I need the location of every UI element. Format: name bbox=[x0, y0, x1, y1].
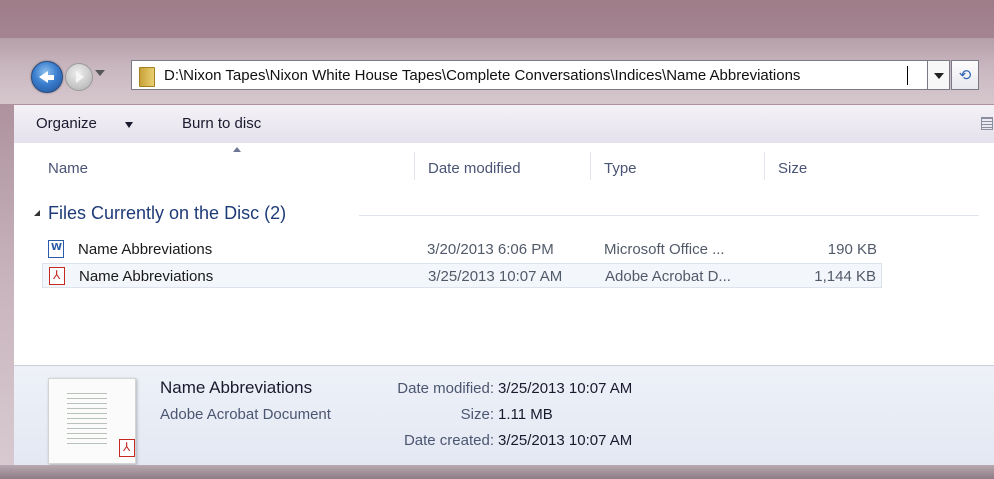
file-size: 190 KB bbox=[827, 241, 877, 258]
group-divider bbox=[359, 215, 979, 216]
forward-arrow-icon[interactable] bbox=[65, 63, 93, 91]
details-date-created-value: 3/25/2013 10:07 AM bbox=[498, 432, 633, 449]
pdf-document-icon bbox=[49, 267, 65, 285]
details-date-modified-value: 3/25/2013 10:07 AM bbox=[498, 380, 633, 397]
details-size-label: Size: bbox=[460, 406, 494, 423]
details-pane: Name Abbreviations Adobe Acrobat Documen… bbox=[14, 365, 994, 466]
address-bar[interactable]: D:\Nixon Tapes\Nixon White House Tapes\C… bbox=[131, 60, 928, 90]
details-file-type: Adobe Acrobat Document bbox=[160, 406, 331, 423]
view-options-icon[interactable] bbox=[981, 117, 993, 130]
column-divider[interactable] bbox=[590, 152, 591, 180]
group-header[interactable]: Files Currently on the Disc (2) bbox=[48, 203, 286, 224]
column-header-name[interactable]: Name bbox=[48, 160, 88, 177]
back-arrow-icon[interactable] bbox=[31, 61, 63, 93]
file-type: Microsoft Office ... bbox=[604, 241, 725, 258]
recent-pages-chevron-down-icon[interactable] bbox=[95, 70, 105, 76]
command-bar: Organize Burn to disc bbox=[14, 105, 994, 144]
file-list: Name Date modified Type Size Files Curre… bbox=[14, 143, 994, 365]
folder-icon bbox=[139, 67, 155, 87]
thumbnail-page-preview bbox=[67, 393, 107, 447]
column-header-size[interactable]: Size bbox=[778, 160, 807, 177]
file-date: 3/20/2013 6:06 PM bbox=[427, 241, 554, 258]
address-path[interactable]: D:\Nixon Tapes\Nixon White House Tapes\C… bbox=[164, 67, 800, 84]
file-size: 1,144 KB bbox=[814, 268, 876, 285]
file-type: Adobe Acrobat D... bbox=[605, 268, 731, 285]
file-date: 3/25/2013 10:07 AM bbox=[428, 268, 563, 285]
details-date-modified-label: Date modified: bbox=[397, 380, 494, 397]
file-name: Name Abbreviations bbox=[78, 241, 213, 258]
column-divider[interactable] bbox=[764, 152, 765, 180]
text-cursor bbox=[907, 66, 908, 85]
details-file-name: Name Abbreviations bbox=[160, 378, 313, 397]
organize-chevron-down-icon[interactable] bbox=[125, 122, 133, 128]
column-divider[interactable] bbox=[414, 152, 415, 180]
sort-ascending-icon bbox=[233, 147, 241, 152]
organize-button[interactable]: Organize bbox=[36, 115, 97, 132]
file-row-selected[interactable]: Name Abbreviations 3/25/2013 10:07 AM Ad… bbox=[42, 263, 882, 288]
explorer-window: D:\Nixon Tapes\Nixon White House Tapes\C… bbox=[0, 0, 994, 479]
address-dropdown-button[interactable] bbox=[928, 60, 950, 90]
column-header-type[interactable]: Type bbox=[604, 160, 637, 177]
window-bottom-border bbox=[0, 465, 994, 479]
file-thumbnail bbox=[48, 378, 136, 464]
group-collapse-icon[interactable] bbox=[34, 210, 40, 216]
details-size-value: 1.11 MB bbox=[498, 406, 553, 423]
file-name: Name Abbreviations bbox=[79, 268, 214, 285]
details-date-created-label: Date created: bbox=[403, 432, 494, 449]
file-row[interactable]: Name Abbreviations 3/20/2013 6:06 PM Mic… bbox=[42, 237, 882, 262]
word-document-icon bbox=[48, 240, 64, 258]
pdf-badge-icon bbox=[119, 439, 135, 457]
refresh-icon[interactable]: ⟲ bbox=[951, 60, 979, 90]
burn-to-disc-button[interactable]: Burn to disc bbox=[182, 115, 261, 132]
column-header-date-modified[interactable]: Date modified bbox=[428, 160, 521, 177]
